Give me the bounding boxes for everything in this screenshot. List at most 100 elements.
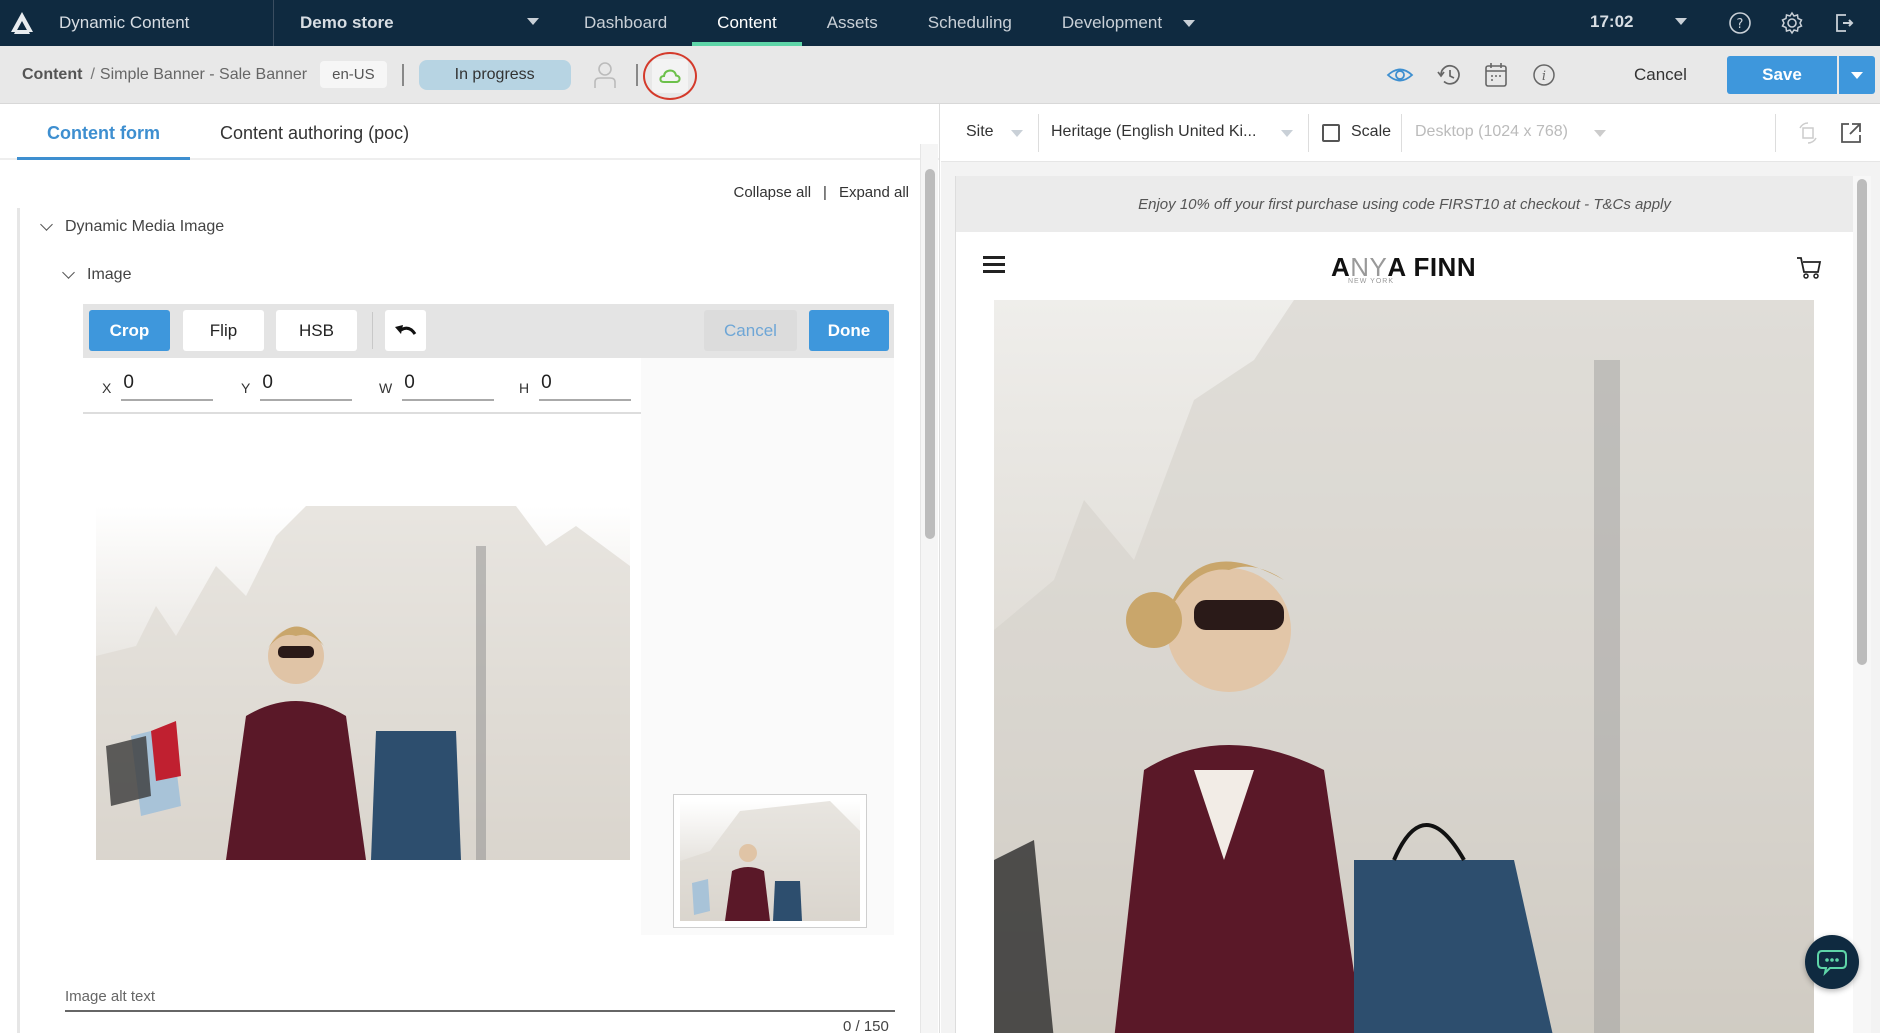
- preview-scrollbar-thumb[interactable]: [1857, 179, 1867, 665]
- nav-scheduling[interactable]: Scheduling: [903, 0, 1037, 46]
- nav-content[interactable]: Content: [692, 0, 802, 46]
- app-brand[interactable]: Dynamic Content: [0, 0, 274, 46]
- locale-select[interactable]: Heritage (English United Ki...: [1051, 123, 1256, 141]
- cloud-icon: [659, 69, 681, 83]
- preview-toolbar: Site Heritage (English United Ki... Scal…: [941, 104, 1880, 162]
- svg-text:i: i: [1542, 69, 1546, 84]
- locale-badge: en-US: [320, 61, 387, 88]
- crop-x-input[interactable]: 0: [121, 372, 214, 401]
- site-select[interactable]: Site: [966, 123, 994, 141]
- divider: [1038, 114, 1039, 152]
- field-label: X: [102, 380, 112, 396]
- crop-y-input[interactable]: 0: [260, 372, 353, 401]
- undo-button[interactable]: [385, 310, 426, 351]
- divider: |: [823, 184, 827, 201]
- crop-y-field[interactable]: Y0: [241, 372, 353, 401]
- chat-support-button[interactable]: [1805, 935, 1859, 989]
- chevron-down-icon: [40, 218, 53, 231]
- chevron-down-icon[interactable]: [1281, 130, 1293, 137]
- editor-done-button[interactable]: Done: [809, 310, 889, 351]
- hsb-tool-button[interactable]: HSB: [276, 310, 357, 351]
- section-title: Dynamic Media Image: [65, 218, 225, 235]
- editor-cancel-button[interactable]: Cancel: [704, 310, 797, 351]
- hamburger-menu-icon[interactable]: [983, 256, 1005, 274]
- nav-label: Development: [1061, 13, 1163, 32]
- cloud-sync-button[interactable]: [652, 59, 688, 93]
- gear-icon[interactable]: [1778, 9, 1806, 37]
- scale-checkbox[interactable]: [1322, 124, 1340, 142]
- promo-banner: Enjoy 10% off your first purchase using …: [956, 176, 1853, 232]
- help-icon[interactable]: ?: [1726, 9, 1754, 37]
- nav-label: Dashboard: [584, 13, 668, 32]
- chevron-down-icon[interactable]: [1675, 18, 1687, 25]
- top-nav-bar: Dynamic Content Demo store Dashboard Con…: [0, 0, 1880, 46]
- cart-icon[interactable]: [1796, 256, 1822, 280]
- nav-development[interactable]: Development: [1037, 0, 1220, 46]
- site-header: ANYA FINN NEW YORK: [956, 232, 1853, 300]
- section-title: Image: [87, 266, 132, 283]
- section-dynamic-media-image[interactable]: Dynamic Media Image: [40, 218, 225, 236]
- collapse-all-link[interactable]: Collapse all: [733, 184, 811, 201]
- image-editor-toolbar: Crop Flip HSB Cancel Done: [83, 304, 894, 358]
- alt-text-underline: [65, 1010, 895, 1012]
- preview-frame: Enjoy 10% off your first purchase using …: [955, 176, 1853, 1033]
- form-scrollbar-thumb[interactable]: [925, 169, 935, 539]
- form-tabs: Content form Content authoring (poc): [0, 104, 939, 160]
- section-image[interactable]: Image: [62, 266, 132, 284]
- editable-image[interactable]: [96, 506, 630, 860]
- history-icon[interactable]: [1435, 62, 1463, 88]
- divider: [636, 63, 638, 86]
- scale-label: Scale: [1351, 123, 1392, 140]
- preview-eye-icon[interactable]: [1386, 62, 1414, 88]
- undo-icon: [394, 324, 416, 335]
- crop-h-field[interactable]: H0: [519, 372, 632, 401]
- calendar-icon[interactable]: [1482, 62, 1510, 88]
- sync-status-highlight: [643, 52, 697, 100]
- breadcrumb-root[interactable]: Content: [22, 66, 82, 84]
- logo-part: A FINN: [1387, 252, 1477, 282]
- crop-tool-button[interactable]: Crop: [89, 310, 170, 351]
- image-thumbnail[interactable]: [673, 794, 867, 928]
- content-item-header: Content / Simple Banner - Sale Banner en…: [0, 46, 1880, 104]
- crop-w-input[interactable]: 0: [402, 372, 495, 401]
- content-form-pane: Content form Content authoring (poc) Col…: [0, 104, 940, 1035]
- crop-h-input[interactable]: 0: [539, 372, 632, 401]
- save-options-dropdown[interactable]: [1839, 56, 1875, 94]
- flip-tool-button[interactable]: Flip: [183, 310, 264, 351]
- tab-content-authoring[interactable]: Content authoring (poc): [190, 123, 439, 158]
- collapse-expand-controls: Collapse all | Expand all: [733, 184, 909, 201]
- nav-label: Scheduling: [927, 13, 1012, 32]
- user-assign-icon[interactable]: [593, 60, 617, 90]
- tab-content-form[interactable]: Content form: [17, 123, 190, 160]
- chat-bubble-icon: [1817, 950, 1847, 976]
- section-indent-bar: [17, 208, 20, 1033]
- logout-icon[interactable]: [1830, 9, 1858, 37]
- open-external-icon[interactable]: [1838, 120, 1864, 146]
- device-select[interactable]: Desktop (1024 x 768): [1415, 123, 1568, 141]
- brand-logo-subtitle: NEW YORK: [1348, 278, 1394, 285]
- save-button[interactable]: Save: [1727, 56, 1837, 94]
- clock: 17:02: [1590, 12, 1634, 31]
- workflow-status-badge[interactable]: In progress: [418, 59, 571, 90]
- cancel-button[interactable]: Cancel: [1634, 65, 1687, 85]
- divider: [1775, 114, 1776, 152]
- expand-all-link[interactable]: Expand all: [839, 184, 909, 201]
- chevron-down-icon[interactable]: [1183, 19, 1196, 27]
- crop-canvas[interactable]: [83, 414, 867, 935]
- nav-assets[interactable]: Assets: [802, 0, 903, 46]
- crop-x-field[interactable]: X0: [102, 372, 214, 401]
- store-name: Demo store: [300, 13, 394, 32]
- alt-text-input[interactable]: Image alt text: [65, 988, 155, 1005]
- divider: [1308, 114, 1309, 152]
- alt-text-char-counter: 0 / 150: [843, 1018, 889, 1035]
- nav-dashboard[interactable]: Dashboard: [559, 0, 692, 46]
- nav-label: Content: [717, 13, 777, 32]
- chevron-down-icon: [1851, 71, 1863, 79]
- store-selector[interactable]: Demo store: [274, 0, 559, 46]
- info-icon[interactable]: i: [1530, 62, 1558, 88]
- chevron-down-icon[interactable]: [1011, 130, 1023, 137]
- image-editor: Crop Flip HSB Cancel Done X0 Y0 W0 H0: [83, 304, 894, 935]
- crop-w-field[interactable]: W0: [379, 372, 495, 401]
- breadcrumb-separator: /: [90, 65, 95, 83]
- chevron-down-icon: [1594, 130, 1606, 137]
